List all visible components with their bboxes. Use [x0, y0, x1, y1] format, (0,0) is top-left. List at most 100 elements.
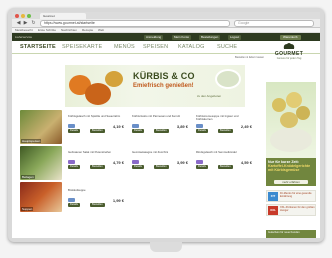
product-card: Rindsgulasch mit Semmelknödel 4,59 € Det… — [196, 151, 254, 179]
dumpling-image — [272, 98, 286, 112]
details-button[interactable]: Details — [68, 165, 80, 169]
product-icon — [196, 160, 203, 164]
product-price: 3,99 € — [176, 160, 188, 165]
promo-text: Kartoffel-Knödelgerichte mit Kürbisgemüs… — [268, 164, 311, 173]
product-name[interactable]: Gemüselasagne mit Zucchini — [132, 151, 190, 158]
product-icon — [132, 160, 139, 164]
product-price: 4,59 € — [240, 160, 252, 165]
product-icon — [196, 124, 203, 128]
product-card: Gemüselasagne mit Zucchini 3,99 € Detail… — [132, 151, 190, 179]
browser-titlebar: Gourmet — [12, 12, 320, 19]
cart-button[interactable]: Warenkorb — [280, 34, 301, 40]
details-button[interactable]: Details — [132, 129, 144, 133]
nav-item-menus[interactable]: MENÜS — [114, 44, 135, 51]
xxl-badge-icon: XXL — [268, 206, 278, 215]
order-button[interactable]: Bestellen — [218, 165, 233, 169]
dumpling-image — [296, 106, 310, 120]
details-button[interactable]: Details — [68, 203, 80, 207]
dumpling-image — [280, 112, 298, 128]
order-button[interactable]: Bestellen — [218, 129, 233, 133]
logo-tagline: Genuss für jeden Tag — [276, 57, 302, 60]
category-label: Suppen — [21, 207, 34, 211]
maximize-window-icon[interactable] — [27, 13, 31, 18]
promo-box[interactable]: Nur für kurze Zeit: Kartoffel-Knödelgeri… — [266, 158, 316, 186]
fit-menu-ad[interactable]: FIT Fit-Menüs für eine gesunde Ernährung — [266, 190, 316, 202]
site-top-bar: Lieferservice Anmeldung Mein Konto Beste… — [12, 33, 320, 41]
product-price: 4,19 € — [112, 124, 124, 129]
banner-title: KÜRBIS & CO — [133, 71, 195, 81]
browser-window: Gourmet ◀ ▶ ↻ https://www.gourmet.at/sta… — [12, 12, 320, 238]
back-arrow-icon[interactable]: ◀ — [15, 20, 22, 27]
browser-toolbar: ◀ ▶ ↻ https://www.gourmet.at/startseite … — [12, 19, 320, 28]
banner-link[interactable]: zu den Angeboten — [197, 94, 221, 98]
ad-text: Fit-Menüs für eine gesunde Ernährung — [280, 192, 312, 198]
orders-link[interactable]: Bestellungen — [199, 34, 221, 40]
service-label: Lieferservice — [15, 35, 33, 39]
promo-image[interactable] — [266, 82, 316, 158]
minimize-window-icon[interactable] — [21, 13, 25, 18]
order-button[interactable]: Bestellen — [90, 129, 105, 133]
details-button[interactable]: Details — [68, 129, 80, 133]
dish-image — [215, 69, 241, 89]
logout-link[interactable]: Logout — [228, 34, 242, 40]
details-button[interactable]: Details — [132, 165, 144, 169]
category-label: Hauptspeisen — [21, 139, 42, 143]
forward-arrow-icon[interactable]: ▶ — [22, 20, 29, 27]
product-name[interactable]: Kürbiscremesuppe mit Ingwer und Kürbiske… — [196, 115, 254, 122]
nav-item-catalog[interactable]: KATALOG — [178, 44, 205, 51]
product-card: Kürbiscremesuppe mit Ingwer und Kürbiske… — [196, 115, 254, 143]
voucher-box[interactable]: Gutschein für neue Kunden — [266, 230, 316, 238]
nav-item-search[interactable]: SUCHE — [217, 44, 237, 51]
nav-item-menu-card[interactable]: SPEISEKARTE — [62, 44, 102, 51]
browser-search-input[interactable]: Google — [234, 20, 314, 27]
product-price: 2,49 € — [240, 124, 252, 129]
category-thumb[interactable]: Suppen — [20, 182, 62, 212]
monitor-stand — [150, 242, 182, 252]
squash-image — [105, 71, 123, 87]
product-name[interactable]: Brokkolisuppe — [68, 189, 126, 196]
chef-hat-icon — [283, 43, 295, 49]
account-link[interactable]: Mein Konto — [172, 34, 192, 40]
fit-badge-icon: FIT — [268, 192, 278, 201]
product-price: 3,89 € — [176, 124, 188, 129]
category-label: Beilagen — [21, 175, 35, 179]
product-name[interactable]: Kürbisgulasch mit Spätzle und Sauerrahm — [68, 115, 126, 122]
product-icon — [68, 160, 75, 164]
order-button[interactable]: Bestellen — [154, 129, 169, 133]
category-thumb[interactable]: Beilagen — [20, 146, 62, 180]
product-price: 1,99 € — [112, 198, 124, 203]
promo-more-button[interactable]: mehr erfahren — [274, 180, 308, 184]
order-button[interactable]: Bestellen — [90, 165, 105, 169]
order-button[interactable]: Bestellen — [90, 203, 105, 207]
address-bar[interactable]: https://www.gourmet.at/startseite — [40, 20, 230, 27]
product-card: Kürbisgulasch mit Spätzle und Sauerrahm … — [68, 115, 126, 143]
login-link[interactable]: Anmeldung — [144, 34, 164, 40]
side-note: Bestellen & liefern lassen — [235, 56, 265, 59]
product-name[interactable]: Kürbisrisotto mit Parmesan und Kernöl — [132, 115, 190, 122]
details-button[interactable]: Details — [196, 129, 208, 133]
order-button[interactable]: Bestellen — [154, 165, 169, 169]
product-icon — [68, 198, 75, 202]
product-card: Brokkolisuppe 1,99 € Details Bestellen — [68, 189, 126, 217]
product-price: 4,79 € — [112, 160, 124, 165]
xxl-ad[interactable]: XXL XXL-Portionen für den großen Hunger — [266, 204, 316, 216]
site-logo[interactable]: GOURMET Genuss für jeden Tag — [262, 42, 316, 64]
nav-item-dishes[interactable]: SPEISEN — [143, 44, 168, 51]
reload-icon[interactable]: ↻ — [30, 20, 37, 27]
product-card: Kürbisrisotto mit Parmesan und Kernöl 3,… — [132, 115, 190, 143]
details-button[interactable]: Details — [196, 165, 208, 169]
category-thumb[interactable]: Hauptspeisen — [20, 110, 62, 144]
close-window-icon[interactable] — [15, 13, 19, 18]
plate-image — [270, 128, 312, 152]
product-icon — [68, 124, 75, 128]
pumpkin-image — [85, 83, 111, 105]
product-card: Gebratener Salat mit Putenstreifen 4,79 … — [68, 151, 126, 179]
nav-item-home[interactable]: STARTSEITE — [20, 44, 56, 51]
monitor-frame: Gourmet ◀ ▶ ↻ https://www.gourmet.at/sta… — [8, 8, 324, 242]
product-name[interactable]: Rindsgulasch mit Semmelknödel — [196, 151, 254, 158]
product-icon — [132, 124, 139, 128]
product-name[interactable]: Gebratener Salat mit Putenstreifen — [68, 151, 126, 158]
promo-banner[interactable]: KÜRBIS & CO Emiefrisch genießen! zu den … — [65, 65, 245, 107]
ad-text: XXL-Portionen für den großen Hunger — [280, 206, 315, 212]
banner-subtitle: Emiefrisch genießen! — [133, 83, 194, 89]
